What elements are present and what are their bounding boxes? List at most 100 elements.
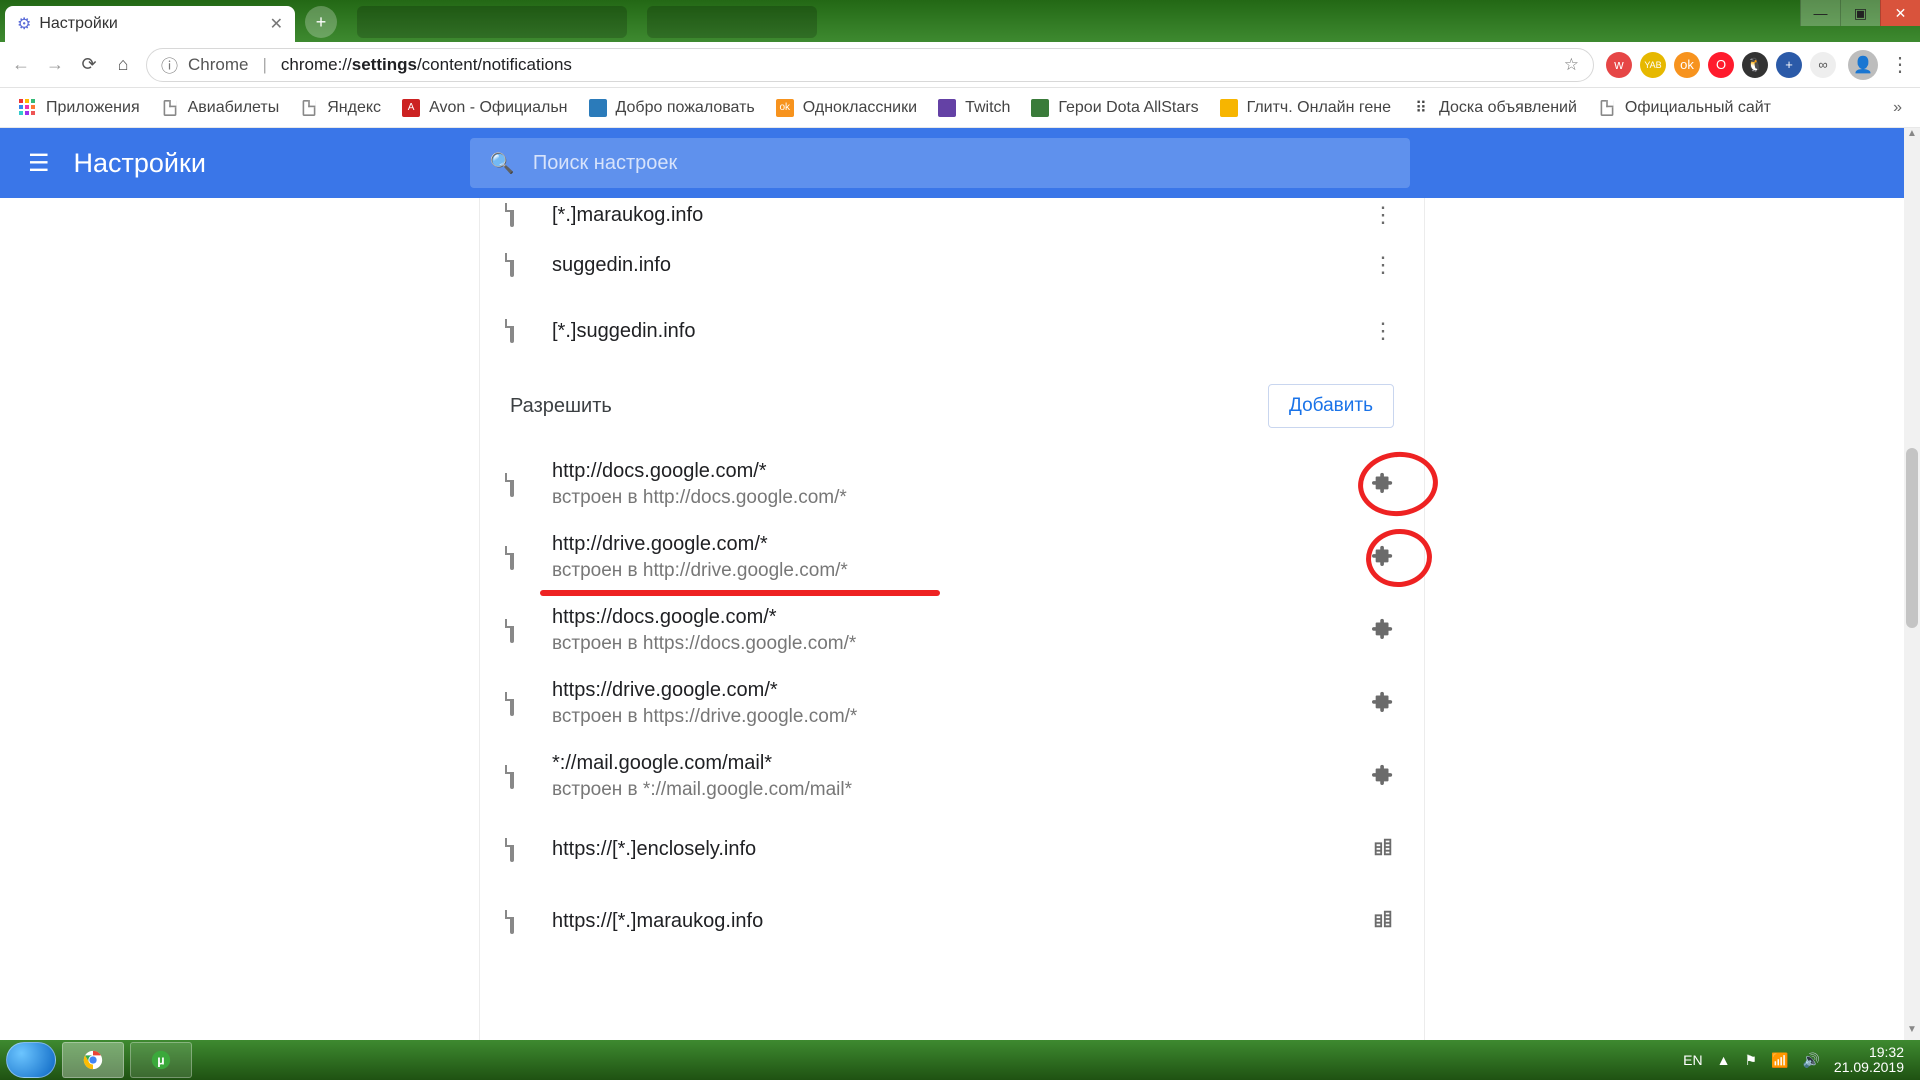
allow-site-row: https://docs.google.com/*встроен в https…: [480, 594, 1424, 667]
bookmark-star-icon[interactable]: ☆: [1564, 55, 1579, 75]
close-window-button[interactable]: ✕: [1880, 0, 1920, 26]
active-tab[interactable]: ⚙ Настройки ✕: [5, 6, 295, 42]
clock-date: 21.09.2019: [1834, 1060, 1904, 1075]
site-info-icon[interactable]: ⓘ: [161, 52, 178, 77]
dota-bookmark[interactable]: Герои Dota AllStars: [1030, 98, 1198, 118]
tray-chevron-icon[interactable]: ▲: [1717, 1052, 1731, 1068]
scrollbar-thumb[interactable]: [1906, 448, 1918, 628]
new-tab-button[interactable]: +: [305, 6, 337, 38]
vk-icon[interactable]: w: [1606, 52, 1632, 78]
site-menu-icon[interactable]: ⋮: [1372, 318, 1394, 344]
twitch-bookmark-icon: [937, 98, 957, 118]
close-tab-icon[interactable]: ✕: [270, 14, 283, 34]
reload-button[interactable]: ⟳: [78, 54, 100, 75]
back-button[interactable]: ←: [10, 54, 32, 75]
extension-icon[interactable]: [1372, 690, 1394, 717]
site-embed: встроен в http://docs.google.com/*: [552, 487, 847, 509]
chrome-menu-icon[interactable]: ⋮: [1890, 52, 1910, 77]
scroll-up-icon[interactable]: ▲: [1904, 128, 1920, 144]
site-url: http://drive.google.com/*: [552, 533, 848, 556]
allow-site-row: http://drive.google.com/*встроен в http:…: [480, 521, 1424, 594]
add-site-button[interactable]: Добавить: [1268, 384, 1394, 428]
search-input[interactable]: [533, 152, 1390, 175]
maximize-button[interactable]: ▣: [1840, 0, 1880, 26]
site-origin-icon[interactable]: [1372, 908, 1394, 935]
tab-title: Настройки: [39, 15, 117, 33]
save-icon[interactable]: +: [1776, 52, 1802, 78]
site-url: http://docs.google.com/*: [552, 460, 847, 483]
dobro-bookmark[interactable]: Добро пожаловать: [588, 98, 755, 118]
url-text: chrome://settings/content/notifications: [281, 55, 572, 75]
network-icon[interactable]: 📶: [1771, 1052, 1788, 1069]
tab-strip: ⚙ Настройки ✕ + — ▣ ✕: [0, 0, 1920, 42]
background-tab[interactable]: [647, 6, 817, 38]
doska-bookmark[interactable]: ⠿Доска объявлений: [1411, 98, 1577, 118]
file-icon: [510, 692, 552, 715]
aviabilety-bookmark[interactable]: Авиабилеты: [160, 98, 280, 118]
address-bar[interactable]: ⓘ Chrome | chrome://settings/content/not…: [146, 48, 1594, 82]
background-tab[interactable]: [357, 6, 627, 38]
extension-icon[interactable]: [1372, 544, 1394, 571]
allow-list: http://docs.google.com/* встроен в http:/…: [480, 448, 1424, 957]
official-bookmark[interactable]: Официальный сайт: [1597, 98, 1771, 118]
menu-icon[interactable]: ☰: [28, 149, 50, 178]
ok-icon[interactable]: ok: [1674, 52, 1700, 78]
system-tray: EN ▲ ⚑ 📶 🔊 19:32 21.09.2019: [1683, 1045, 1914, 1076]
avon-bookmark[interactable]: AAvon - Официальн: [401, 98, 567, 118]
extension-icon[interactable]: [1372, 763, 1394, 790]
apps-bookmark[interactable]: Приложения: [18, 98, 140, 118]
yab-icon[interactable]: YAB: [1640, 52, 1666, 78]
file-icon: [510, 321, 552, 342]
settings-search[interactable]: 🔍: [470, 138, 1410, 188]
language-indicator[interactable]: EN: [1683, 1052, 1702, 1068]
file-icon: [510, 838, 552, 861]
more-bookmarks-icon[interactable]: »: [1893, 99, 1902, 117]
minimize-button[interactable]: —: [1800, 0, 1840, 26]
utorrent-taskbar-icon[interactable]: µ: [130, 1042, 192, 1078]
file-icon: [510, 546, 552, 569]
extension-icon[interactable]: [1372, 471, 1394, 498]
dobro-bookmark-icon: [588, 98, 608, 118]
apps-bookmark-icon: [18, 98, 38, 118]
settings-page: ☰ Настройки 🔍 [*.]maraukog.info ⋮ sugged…: [0, 128, 1904, 1040]
start-button[interactable]: [6, 1042, 56, 1078]
allow-site-row: https://[*.]enclosely.info: [480, 813, 1424, 885]
file-icon: [510, 205, 552, 226]
home-button[interactable]: ⌂: [112, 54, 134, 75]
site-origin-icon[interactable]: [1372, 836, 1394, 863]
avon-bookmark-icon: A: [401, 98, 421, 118]
url-prefix: Chrome: [188, 55, 248, 75]
site-label: suggedin.info: [552, 254, 671, 277]
aviabilety-bookmark-icon: [160, 98, 180, 118]
file-icon: [510, 765, 552, 788]
site-url: https://[*.]enclosely.info: [552, 838, 756, 861]
browser-window: ⚙ Настройки ✕ + — ▣ ✕ ← → ⟳ ⌂ ⓘ Chrome |…: [0, 0, 1920, 1080]
taskbar-clock[interactable]: 19:32 21.09.2019: [1834, 1045, 1904, 1076]
file-icon: [510, 255, 552, 276]
site-row: [*.]suggedin.info ⋮: [480, 298, 1424, 364]
yandex-bookmark[interactable]: Яндекс: [299, 98, 381, 118]
glitch-bookmark[interactable]: Глитч. Онлайн гене: [1219, 98, 1391, 118]
page-scrollbar[interactable]: ▲ ▼: [1904, 128, 1920, 1040]
penguin-icon[interactable]: 🐧: [1742, 52, 1768, 78]
settings-header: ☰ Настройки 🔍: [0, 128, 1904, 198]
ok-bookmark-icon: ok: [775, 98, 795, 118]
chrome-taskbar-icon[interactable]: [62, 1042, 124, 1078]
scroll-down-icon[interactable]: ▼: [1904, 1024, 1920, 1040]
volume-icon[interactable]: 🔊: [1802, 1052, 1819, 1069]
forward-button[interactable]: →: [44, 54, 66, 75]
flag-icon[interactable]: ⚑: [1744, 1052, 1757, 1069]
site-label: [*.]suggedin.info: [552, 320, 695, 343]
opera-icon[interactable]: O: [1708, 52, 1734, 78]
window-controls: — ▣ ✕: [1800, 0, 1920, 26]
ok-bookmark[interactable]: okОдноклассники: [775, 98, 917, 118]
extension-icon[interactable]: [1372, 617, 1394, 644]
profile-avatar[interactable]: 👤: [1848, 50, 1878, 80]
bookmarks-bar: Приложения Авиабилеты Яндекс AAvon - Официа…: [0, 88, 1920, 128]
site-menu-icon[interactable]: ⋮: [1372, 252, 1394, 278]
file-icon: [510, 619, 552, 642]
glitch-bookmark-icon: [1219, 98, 1239, 118]
twitch-bookmark[interactable]: Twitch: [937, 98, 1010, 118]
site-menu-icon[interactable]: ⋮: [1372, 202, 1394, 228]
loop-icon[interactable]: ∞: [1810, 52, 1836, 78]
